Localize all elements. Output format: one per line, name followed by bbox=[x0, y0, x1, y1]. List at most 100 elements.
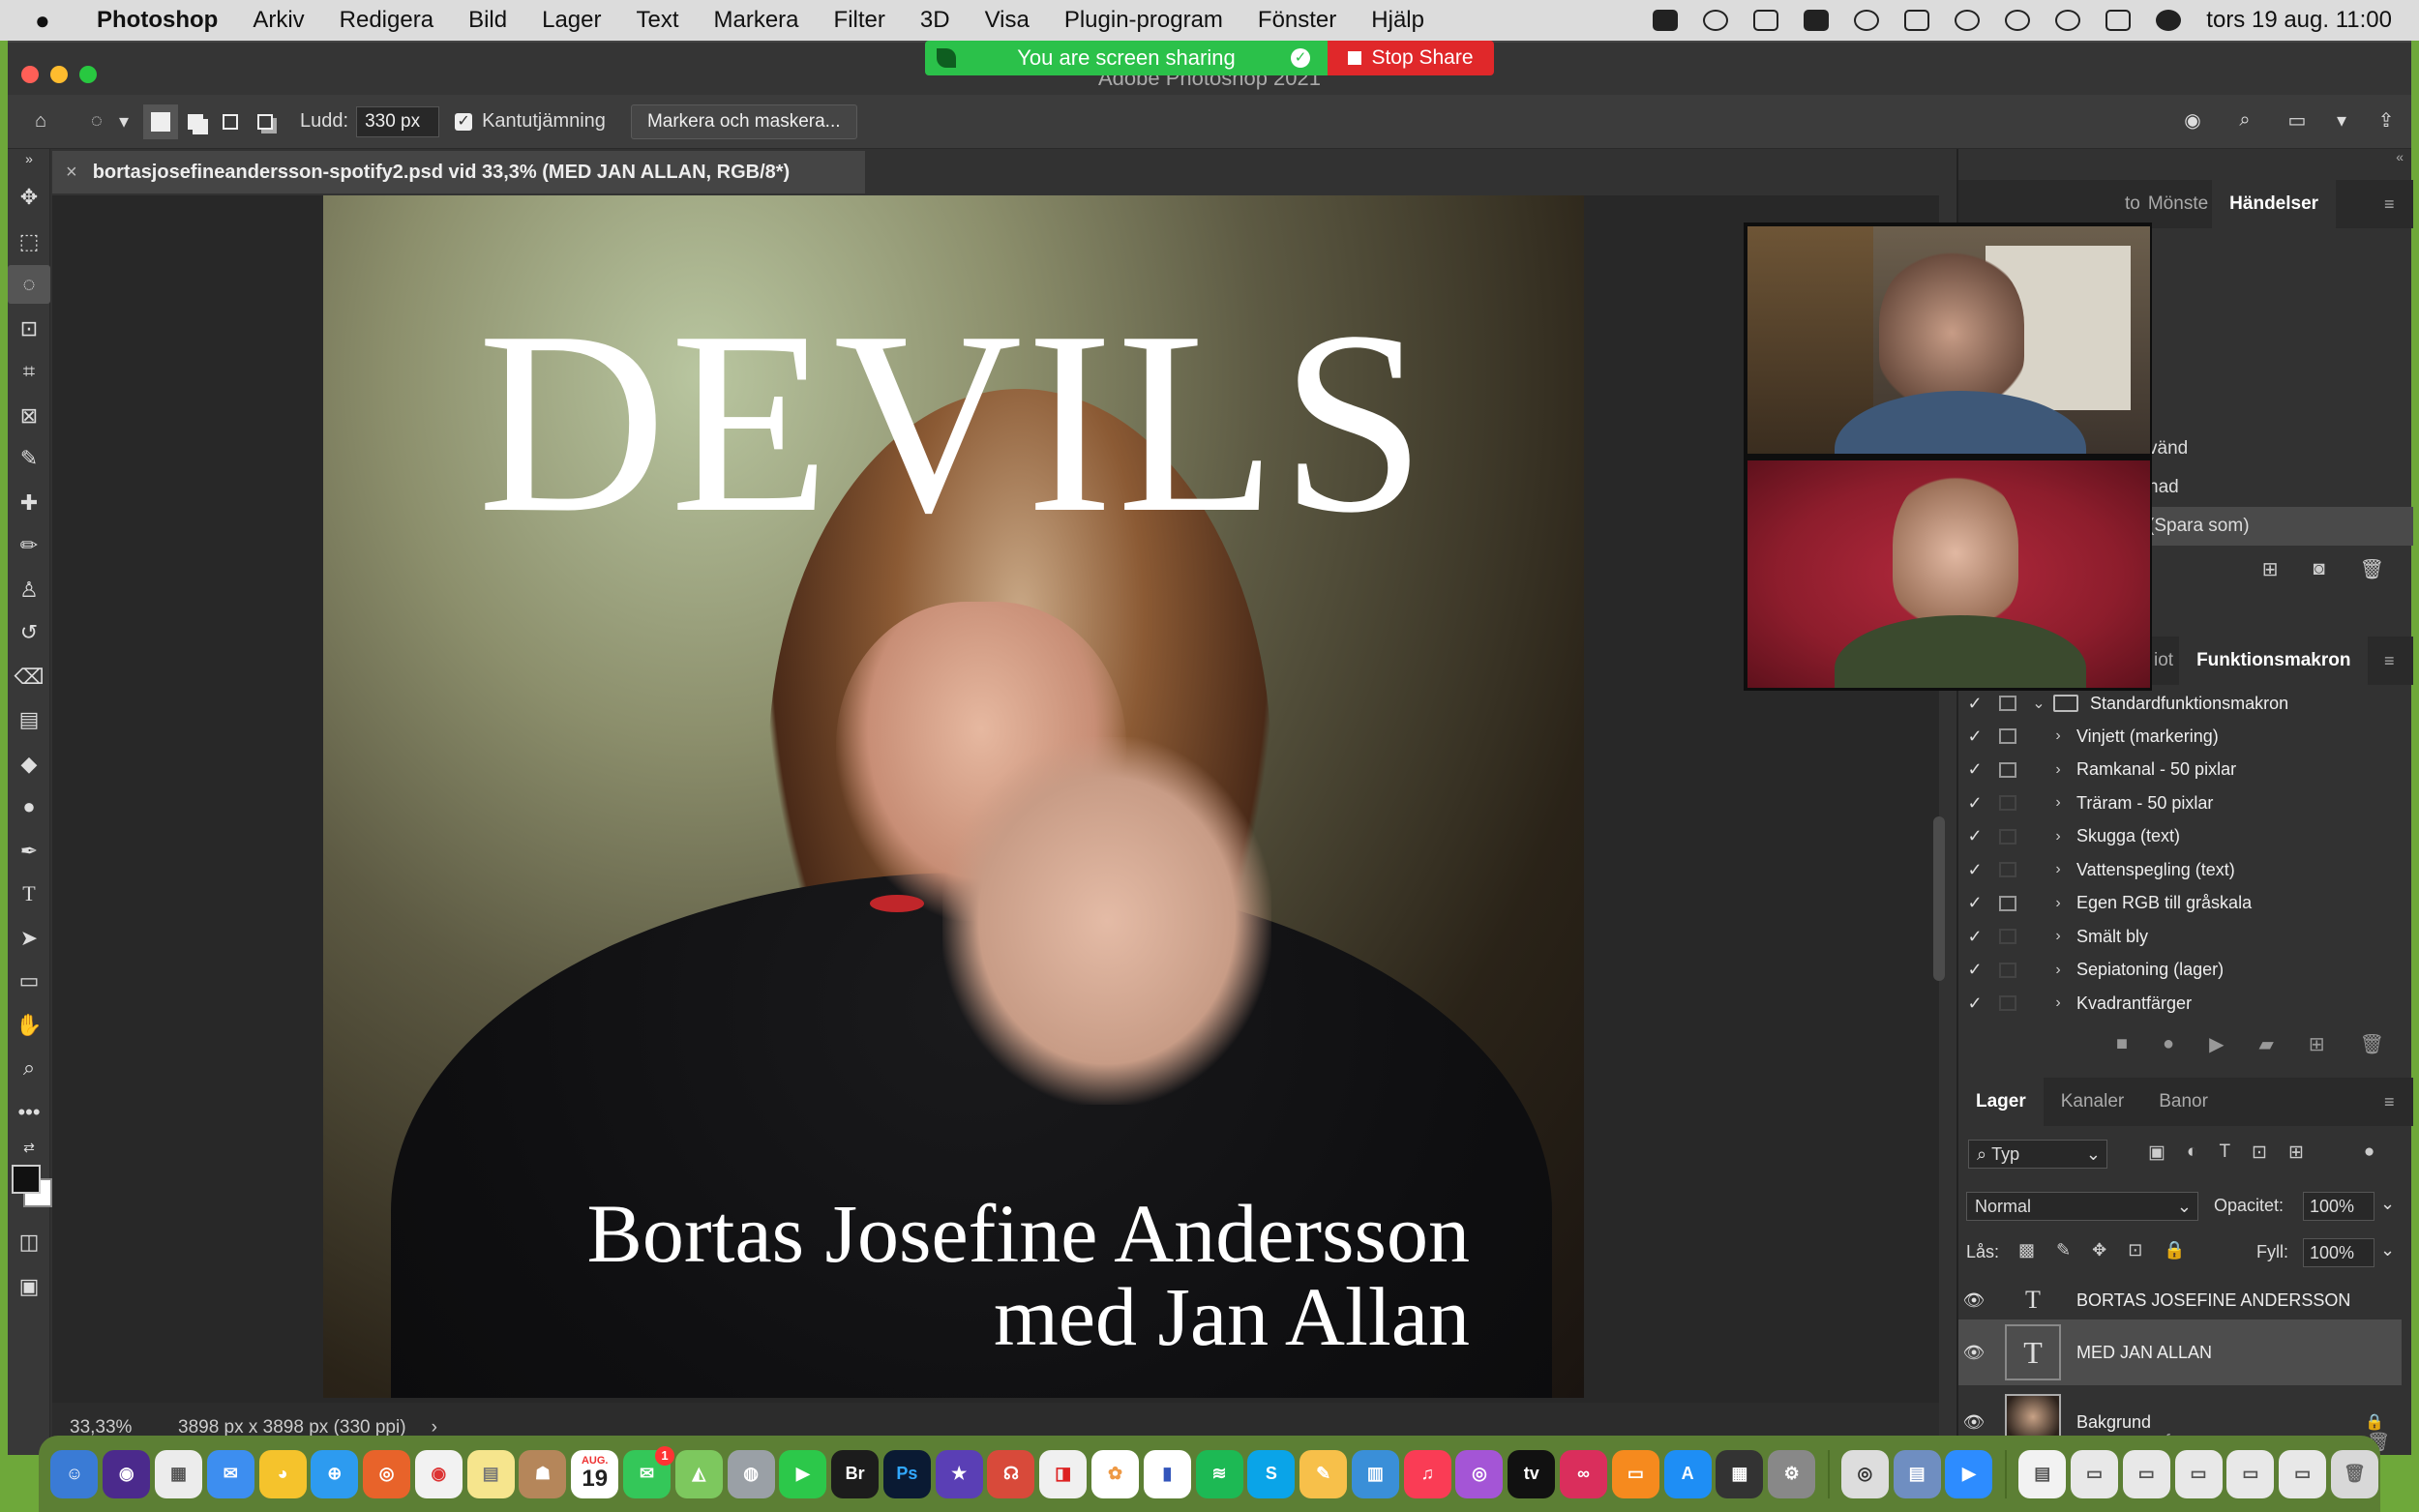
lock-move-icon[interactable]: ✥ bbox=[2092, 1240, 2106, 1260]
action-row[interactable]: ✓ › Vattenspegling (text) bbox=[1958, 853, 2394, 886]
blend-mode-select[interactable]: Normal ⌄ bbox=[1966, 1192, 2198, 1221]
action-row[interactable]: ✓ › Sepiatoning (lager) bbox=[1958, 954, 2394, 987]
acrobat-icon[interactable]: ☊ bbox=[987, 1449, 1035, 1498]
object-select-tool-icon[interactable]: ⊡ bbox=[8, 310, 50, 348]
video-participant-2[interactable] bbox=[1747, 460, 2150, 688]
menu-visa[interactable]: Visa bbox=[985, 7, 1030, 34]
safari-icon[interactable]: ⊕ bbox=[311, 1449, 359, 1498]
visibility-eye-icon[interactable]: 👁 bbox=[1958, 1290, 1989, 1311]
tab-to[interactable]: to bbox=[2121, 193, 2144, 215]
tab-lager[interactable]: Lager bbox=[1958, 1078, 2044, 1126]
antialias-checkbox[interactable]: ✓ bbox=[455, 112, 473, 131]
menu-lager[interactable]: Lager bbox=[542, 7, 601, 34]
snapshot-camera-icon[interactable]: ◙ bbox=[2314, 558, 2325, 580]
photo-booth-icon[interactable]: ◨ bbox=[1039, 1449, 1088, 1498]
fill-input[interactable]: 100% bbox=[2303, 1238, 2374, 1267]
new-set-folder-icon[interactable]: ▰ bbox=[2258, 1032, 2273, 1056]
chevron-right-icon[interactable]: › bbox=[2047, 761, 2069, 779]
cyberduck-icon[interactable]: ◕ bbox=[258, 1449, 307, 1498]
spotify-icon[interactable]: ≋ bbox=[1195, 1449, 1243, 1498]
zoom-icon[interactable]: ▶ bbox=[1945, 1449, 1993, 1498]
trash-icon[interactable]: 🗑 bbox=[2330, 1449, 2378, 1498]
chevron-right-icon[interactable]: › bbox=[2047, 828, 2069, 845]
menu-hjalp[interactable]: Hjälp bbox=[1371, 7, 1424, 34]
filter-toggle-icon[interactable]: ● bbox=[2364, 1141, 2374, 1164]
tab-handelser[interactable]: Händelser bbox=[2212, 180, 2337, 228]
photoshop-icon[interactable]: Ps bbox=[882, 1449, 931, 1498]
hand-tool-icon[interactable]: ✋ bbox=[8, 1006, 50, 1045]
stop-share-button[interactable]: Stop Share bbox=[1328, 41, 1494, 75]
check-icon[interactable]: ✓ bbox=[1958, 759, 1991, 780]
pages-icon[interactable]: ✎ bbox=[1299, 1449, 1348, 1498]
panel-menu-icon[interactable]: ≡ bbox=[2384, 651, 2402, 671]
dialog-toggle-icon[interactable] bbox=[1999, 929, 2016, 944]
rectangle-tool-icon[interactable]: ▭ bbox=[8, 962, 50, 1000]
creative-cloud-icon[interactable]: ∞ bbox=[1560, 1449, 1608, 1498]
notes-icon[interactable]: ▤ bbox=[466, 1449, 515, 1498]
lasso-tool-preset-icon[interactable]: ◌ bbox=[79, 104, 114, 139]
smart-object-filter-icon[interactable]: ⊞ bbox=[2288, 1141, 2304, 1164]
dialog-toggle-icon[interactable] bbox=[1999, 962, 2016, 978]
keynote-icon[interactable]: ▥ bbox=[1351, 1449, 1399, 1498]
podcasts-icon[interactable]: ◎ bbox=[1455, 1449, 1504, 1498]
tab-banor[interactable]: Banor bbox=[2141, 1091, 2225, 1112]
preview-icon[interactable]: ▤ bbox=[1893, 1449, 1941, 1498]
music-icon[interactable]: ♫ bbox=[1403, 1449, 1451, 1498]
canvas-area[interactable]: DEVILS Bortas Josefine Andersson med Jan… bbox=[52, 195, 1939, 1403]
subtract-from-selection-icon[interactable] bbox=[213, 104, 248, 139]
recent-window-icon[interactable]: ▭ bbox=[2279, 1449, 2327, 1498]
chevron-right-icon[interactable]: › bbox=[2047, 727, 2069, 745]
menubar-clock[interactable]: tors 19 aug. 11:00 bbox=[2206, 7, 2392, 34]
chevron-down-icon[interactable]: ▾ bbox=[114, 104, 134, 139]
video-participant-1[interactable] bbox=[1747, 226, 2150, 454]
panel-menu-icon[interactable]: ≡ bbox=[2384, 1092, 2402, 1112]
check-icon[interactable]: ✓ bbox=[1958, 826, 1991, 846]
chevron-down-icon[interactable]: ⌄ bbox=[2028, 694, 2049, 713]
dialog-toggle-icon[interactable] bbox=[1999, 761, 2016, 778]
share-export-icon[interactable]: ⇪ bbox=[2369, 103, 2404, 137]
quick-mask-icon[interactable]: ◫ bbox=[8, 1223, 50, 1261]
menu-filter[interactable]: Filter bbox=[834, 7, 885, 34]
chevron-right-icon[interactable]: › bbox=[2047, 928, 2069, 945]
intersect-selection-icon[interactable] bbox=[248, 104, 283, 139]
check-icon[interactable]: ✓ bbox=[1958, 726, 1991, 747]
home-icon[interactable]: ⌂ bbox=[23, 104, 58, 139]
tab-funktionsmakron[interactable]: Funktionsmakron bbox=[2179, 637, 2369, 685]
tab-kanaler[interactable]: Kanaler bbox=[2044, 1091, 2142, 1112]
messages-icon[interactable]: ✉ 1 bbox=[622, 1445, 674, 1498]
books-icon[interactable]: ▭ bbox=[1611, 1449, 1659, 1498]
menu-arkiv[interactable]: Arkiv bbox=[253, 7, 304, 34]
dialog-toggle-icon[interactable] bbox=[1999, 728, 2016, 744]
compressor-icon[interactable]: ◍ bbox=[727, 1449, 775, 1498]
shape-filter-icon[interactable]: ⊡ bbox=[2252, 1141, 2267, 1164]
brush-tool-icon[interactable]: ✏ bbox=[8, 526, 50, 565]
siri-icon[interactable] bbox=[2156, 10, 2182, 31]
eyedropper-tool-icon[interactable]: ✎ bbox=[8, 439, 50, 478]
recent-window-icon[interactable]: ▭ bbox=[2122, 1449, 2170, 1498]
layer-row[interactable]: 👁 T BORTAS JOSEFINE ANDERSSON bbox=[1958, 1283, 2402, 1318]
bluetooth-icon[interactable] bbox=[1854, 10, 1880, 31]
layer-filter-select[interactable]: ⌕ Typ ⌄ bbox=[1968, 1140, 2107, 1169]
control-center-icon[interactable] bbox=[2105, 10, 2132, 31]
frame-tool-icon[interactable]: ⊠ bbox=[8, 397, 50, 435]
lock-brush-icon[interactable]: ✎ bbox=[2056, 1240, 2071, 1260]
action-row[interactable]: ✓ › Egen RGB till gråskala bbox=[1958, 887, 2394, 920]
menu-text[interactable]: Text bbox=[636, 7, 678, 34]
history-brush-tool-icon[interactable]: ↺ bbox=[8, 613, 50, 652]
action-row[interactable]: ✓ › Kvadrantfärger bbox=[1958, 987, 2394, 1020]
clone-stamp-tool-icon[interactable]: ♙ bbox=[8, 571, 50, 609]
menu-3d[interactable]: 3D bbox=[920, 7, 950, 34]
lock-artboard-icon[interactable]: ⊡ bbox=[2128, 1240, 2142, 1260]
type-filter-icon[interactable]: T bbox=[2219, 1141, 2230, 1164]
launchpad-icon[interactable]: ▦ bbox=[154, 1449, 202, 1498]
bridge-icon[interactable]: Br bbox=[831, 1449, 880, 1498]
more-tools-icon[interactable]: ••• bbox=[8, 1093, 50, 1132]
contacts-icon[interactable]: ☗ bbox=[519, 1449, 567, 1498]
feather-input[interactable]: 330 px bbox=[356, 105, 440, 137]
dialog-toggle-icon[interactable] bbox=[1999, 828, 2016, 845]
new-selection-icon[interactable] bbox=[143, 104, 178, 139]
new-action-icon[interactable]: ⊞ bbox=[2309, 1032, 2325, 1056]
chrome-icon[interactable]: ◉ bbox=[414, 1449, 463, 1498]
zoom-tool-icon[interactable]: ⌕ bbox=[8, 1049, 50, 1087]
check-icon[interactable]: ✓ bbox=[1958, 960, 1991, 980]
